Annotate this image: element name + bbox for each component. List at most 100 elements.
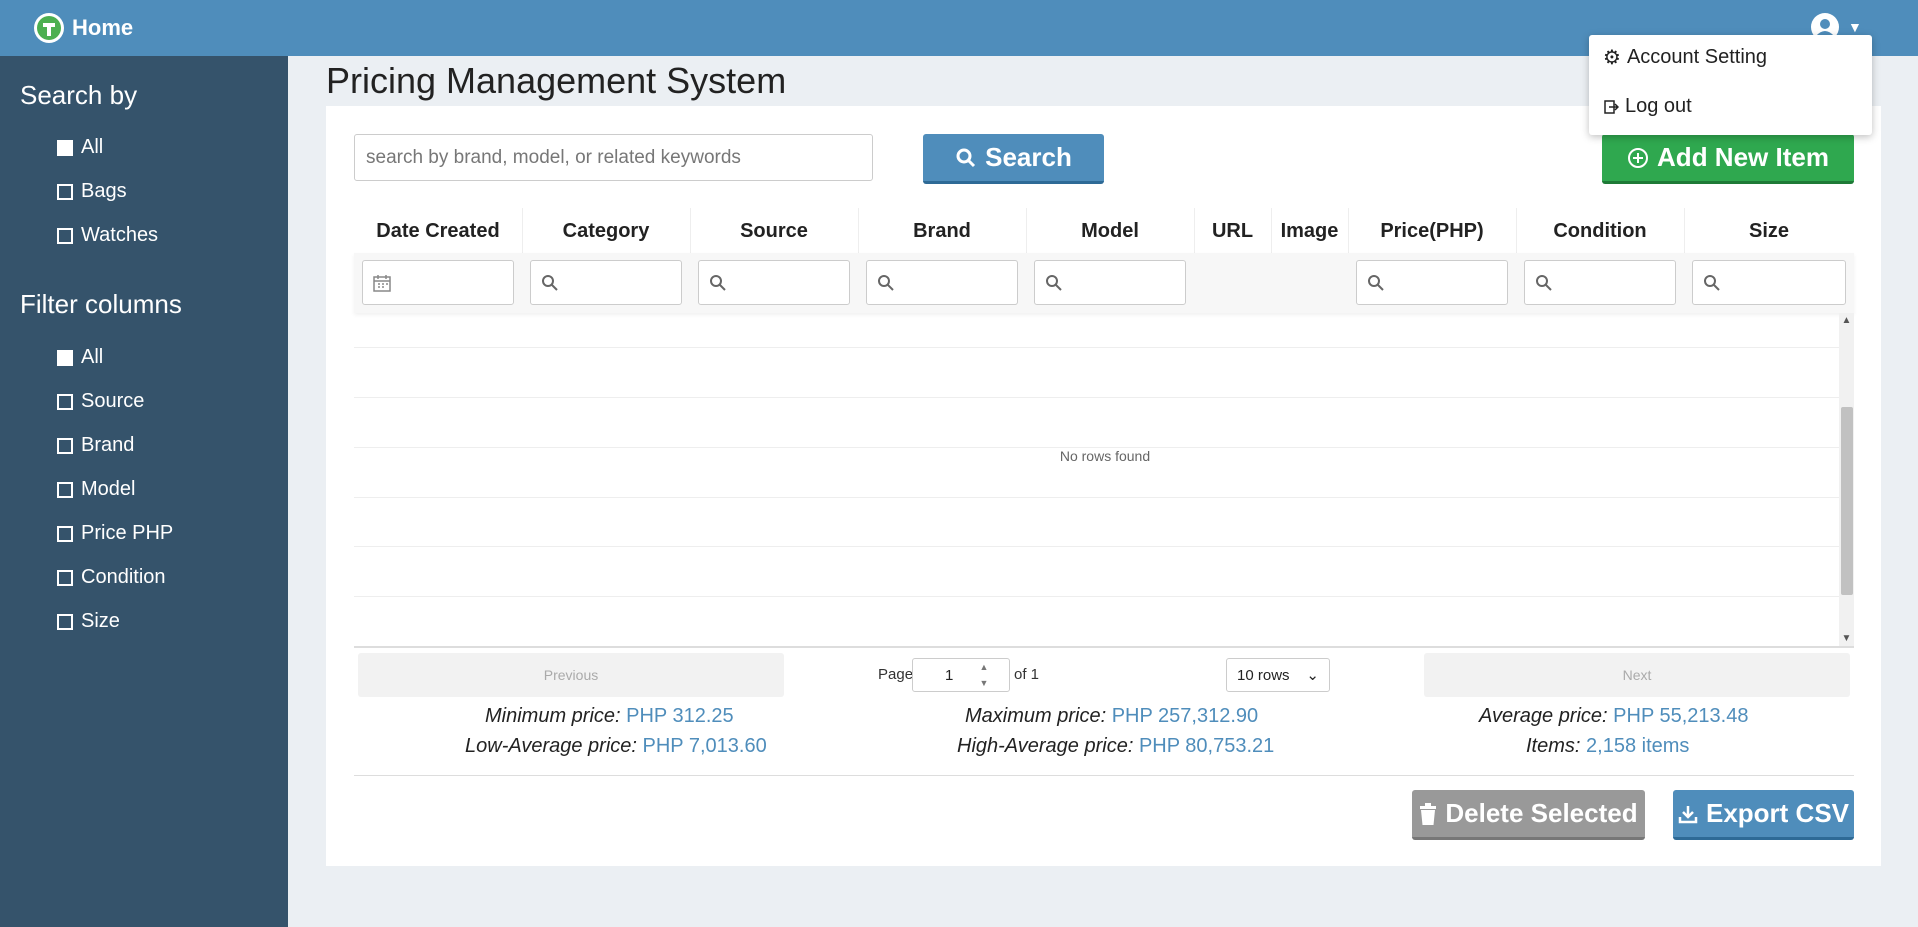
section-divider: [354, 775, 1854, 776]
next-button[interactable]: Next: [1424, 653, 1850, 697]
filter-option-condition[interactable]: Condition: [57, 566, 166, 589]
search-option-all[interactable]: All: [57, 136, 103, 159]
stat-label: Average price:: [1479, 705, 1608, 727]
condition-filter-input[interactable]: [1524, 260, 1676, 305]
search-icon: [1046, 274, 1062, 291]
column-header-source[interactable]: Source: [690, 216, 858, 246]
page-number-input[interactable]: 1: [912, 658, 1010, 692]
search-option-watches[interactable]: Watches: [57, 224, 158, 247]
search-icon: [542, 274, 558, 291]
previous-button[interactable]: Previous: [358, 653, 784, 697]
column-header-url[interactable]: URL: [1194, 216, 1271, 246]
add-new-item-button[interactable]: Add New Item: [1602, 134, 1854, 184]
add-button-label: Add New Item: [1657, 142, 1829, 172]
filter-option-all[interactable]: All: [57, 346, 103, 369]
rows-per-page-value: 10 rows: [1237, 666, 1290, 684]
account-setting-item[interactable]: ⚙ Account Setting: [1603, 45, 1767, 70]
brand-filter-input[interactable]: [866, 260, 1018, 305]
search-icon: [956, 148, 976, 167]
logout-item[interactable]: Log out: [1603, 95, 1692, 118]
stat-value: PHP 312.25: [626, 705, 734, 727]
option-label: Brand: [81, 434, 135, 456]
option-label: All: [81, 136, 104, 158]
page-stepper[interactable]: ▲ ▼: [976, 662, 992, 688]
rows-per-page-select[interactable]: 10 rows ⌄: [1226, 658, 1330, 692]
search-icon: [710, 274, 726, 291]
checkbox-icon: [57, 569, 73, 586]
scroll-down-icon[interactable]: ▼: [1839, 631, 1854, 646]
column-header-category[interactable]: Category: [522, 216, 690, 246]
stat-value: PHP 80,753.21: [1138, 735, 1275, 757]
category-filter-input[interactable]: [530, 260, 682, 305]
model-filter-input[interactable]: [1034, 260, 1186, 305]
search-placeholder: search by brand, model, or related keywo…: [366, 146, 741, 168]
search-option-bags[interactable]: Bags: [57, 180, 127, 203]
column-separator: [1348, 208, 1349, 254]
column-header-brand[interactable]: Brand: [858, 216, 1026, 246]
checkbox-icon: [57, 393, 73, 410]
search-icon: [1536, 274, 1552, 291]
high-avg-price-stat: High-Average price: PHP 80,753.21: [957, 735, 1274, 758]
date-filter-input[interactable]: [362, 260, 514, 305]
items-count-stat: Items: 2,158 items: [1526, 735, 1689, 758]
stat-label: Minimum price:: [485, 705, 621, 727]
column-header-price[interactable]: Price(PHP): [1348, 216, 1516, 246]
user-dropdown-menu: ⚙ Account Setting Log out: [1589, 35, 1872, 135]
column-header-size[interactable]: Size: [1684, 216, 1854, 246]
stat-value: 2,158 items: [1586, 735, 1690, 757]
search-icon: [1704, 274, 1720, 291]
delete-selected-button[interactable]: Delete Selected: [1412, 790, 1645, 840]
search-button[interactable]: Search: [923, 134, 1104, 184]
option-label: Condition: [81, 566, 166, 588]
filter-option-source[interactable]: Source: [57, 390, 144, 413]
page-label: Page: [878, 666, 914, 683]
low-avg-price-stat: Low-Average price: PHP 7,013.60: [465, 735, 767, 758]
checkbox-icon: [57, 481, 73, 498]
filter-option-price[interactable]: Price PHP: [57, 522, 173, 545]
max-price-stat: Maximum price: PHP 257,312.90: [965, 705, 1258, 728]
export-csv-button[interactable]: Export CSV: [1673, 790, 1854, 840]
chevron-down-icon[interactable]: ▼: [980, 678, 989, 688]
page-number-value: 1: [945, 666, 954, 684]
home-link[interactable]: Home: [34, 12, 133, 44]
search-icon: [878, 274, 894, 291]
stat-value: PHP 7,013.60: [642, 735, 767, 757]
filter-option-model[interactable]: Model: [57, 478, 135, 501]
column-separator: [690, 208, 691, 254]
calendar-icon: [373, 274, 391, 292]
chevron-up-icon[interactable]: ▲: [980, 662, 989, 672]
search-icon: [1368, 274, 1384, 291]
search-by-heading: Search by: [20, 80, 138, 110]
filter-columns-heading: Filter columns: [20, 289, 182, 319]
price-filter-input[interactable]: [1356, 260, 1508, 305]
source-filter-input[interactable]: [698, 260, 850, 305]
avg-price-stat: Average price: PHP 55,213.48: [1479, 705, 1748, 728]
scroll-thumb[interactable]: [1841, 407, 1853, 595]
column-separator: [1194, 208, 1195, 254]
plus-circle-icon: [1628, 147, 1649, 168]
column-separator: [522, 208, 523, 254]
stat-label: High-Average price:: [957, 735, 1134, 757]
column-header-image[interactable]: Image: [1271, 216, 1348, 246]
option-label: Source: [81, 390, 145, 412]
size-filter-input[interactable]: [1692, 260, 1846, 305]
no-rows-message: No rows found: [1025, 448, 1185, 468]
checkbox-icon: [57, 349, 73, 366]
page-total-label: of 1: [1014, 666, 1040, 683]
filter-option-size[interactable]: Size: [57, 610, 120, 633]
column-header-date-created[interactable]: Date Created: [354, 216, 522, 246]
delete-button-label: Delete Selected: [1445, 798, 1638, 828]
chevron-down-icon: ⌄: [1306, 667, 1319, 684]
option-label: Size: [81, 610, 120, 632]
stat-value: PHP 55,213.48: [1613, 705, 1749, 727]
stat-label: Items:: [1526, 735, 1581, 757]
row-divider: [354, 347, 1839, 348]
filter-option-brand[interactable]: Brand: [57, 434, 134, 457]
option-label: Watches: [81, 224, 159, 246]
column-header-model[interactable]: Model: [1026, 216, 1194, 246]
search-input[interactable]: search by brand, model, or related keywo…: [354, 134, 873, 181]
column-header-condition[interactable]: Condition: [1516, 216, 1684, 246]
row-divider: [354, 546, 1839, 547]
scroll-up-icon[interactable]: ▲: [1839, 313, 1854, 328]
home-label: Home: [72, 15, 134, 40]
